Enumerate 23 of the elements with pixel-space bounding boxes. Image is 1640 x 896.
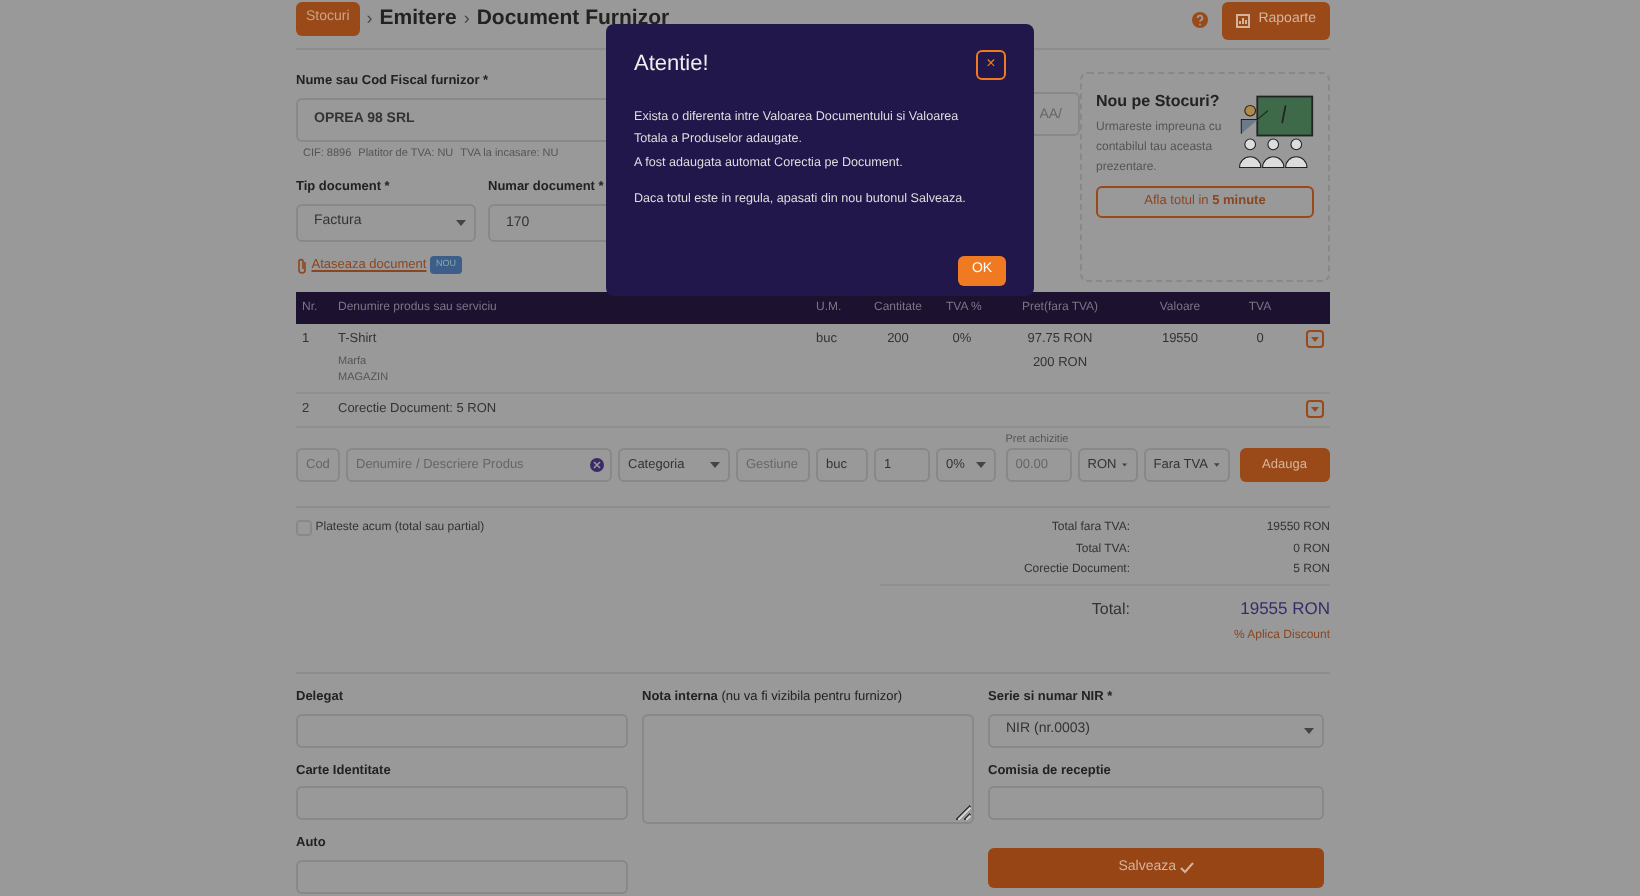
caret-icon: [456, 219, 466, 226]
caret-icon: [976, 461, 986, 468]
clear-icon[interactable]: [590, 457, 604, 472]
total-label: Total:: [1089, 597, 1130, 622]
caret-icon: [1304, 727, 1314, 734]
presentation-drawing: [1236, 90, 1314, 174]
close-button[interactable]: ×: [976, 49, 1006, 80]
chart-icon: [1236, 13, 1251, 28]
dropdown-icon[interactable]: [1306, 400, 1324, 418]
promo-title: Nou pe Stocuri?: [1096, 90, 1222, 114]
note-textarea[interactable]: [642, 713, 974, 824]
paperclip-icon: [296, 257, 308, 274]
modal-title: Atentie!: [634, 50, 709, 80]
caret-icon: [1213, 461, 1220, 468]
help-icon[interactable]: [1192, 12, 1209, 29]
total-value: 19555 RON: [1238, 596, 1330, 622]
breadcrumb-title: Document Furnizor: [476, 8, 670, 29]
check-icon: [1179, 862, 1194, 875]
separator-icon: ›: [366, 5, 373, 32]
caret-icon: [710, 461, 720, 468]
separator-icon: ›: [463, 5, 470, 32]
breadcrumb-title: Emitere: [379, 8, 457, 29]
dropdown-icon[interactable]: [1306, 330, 1324, 348]
